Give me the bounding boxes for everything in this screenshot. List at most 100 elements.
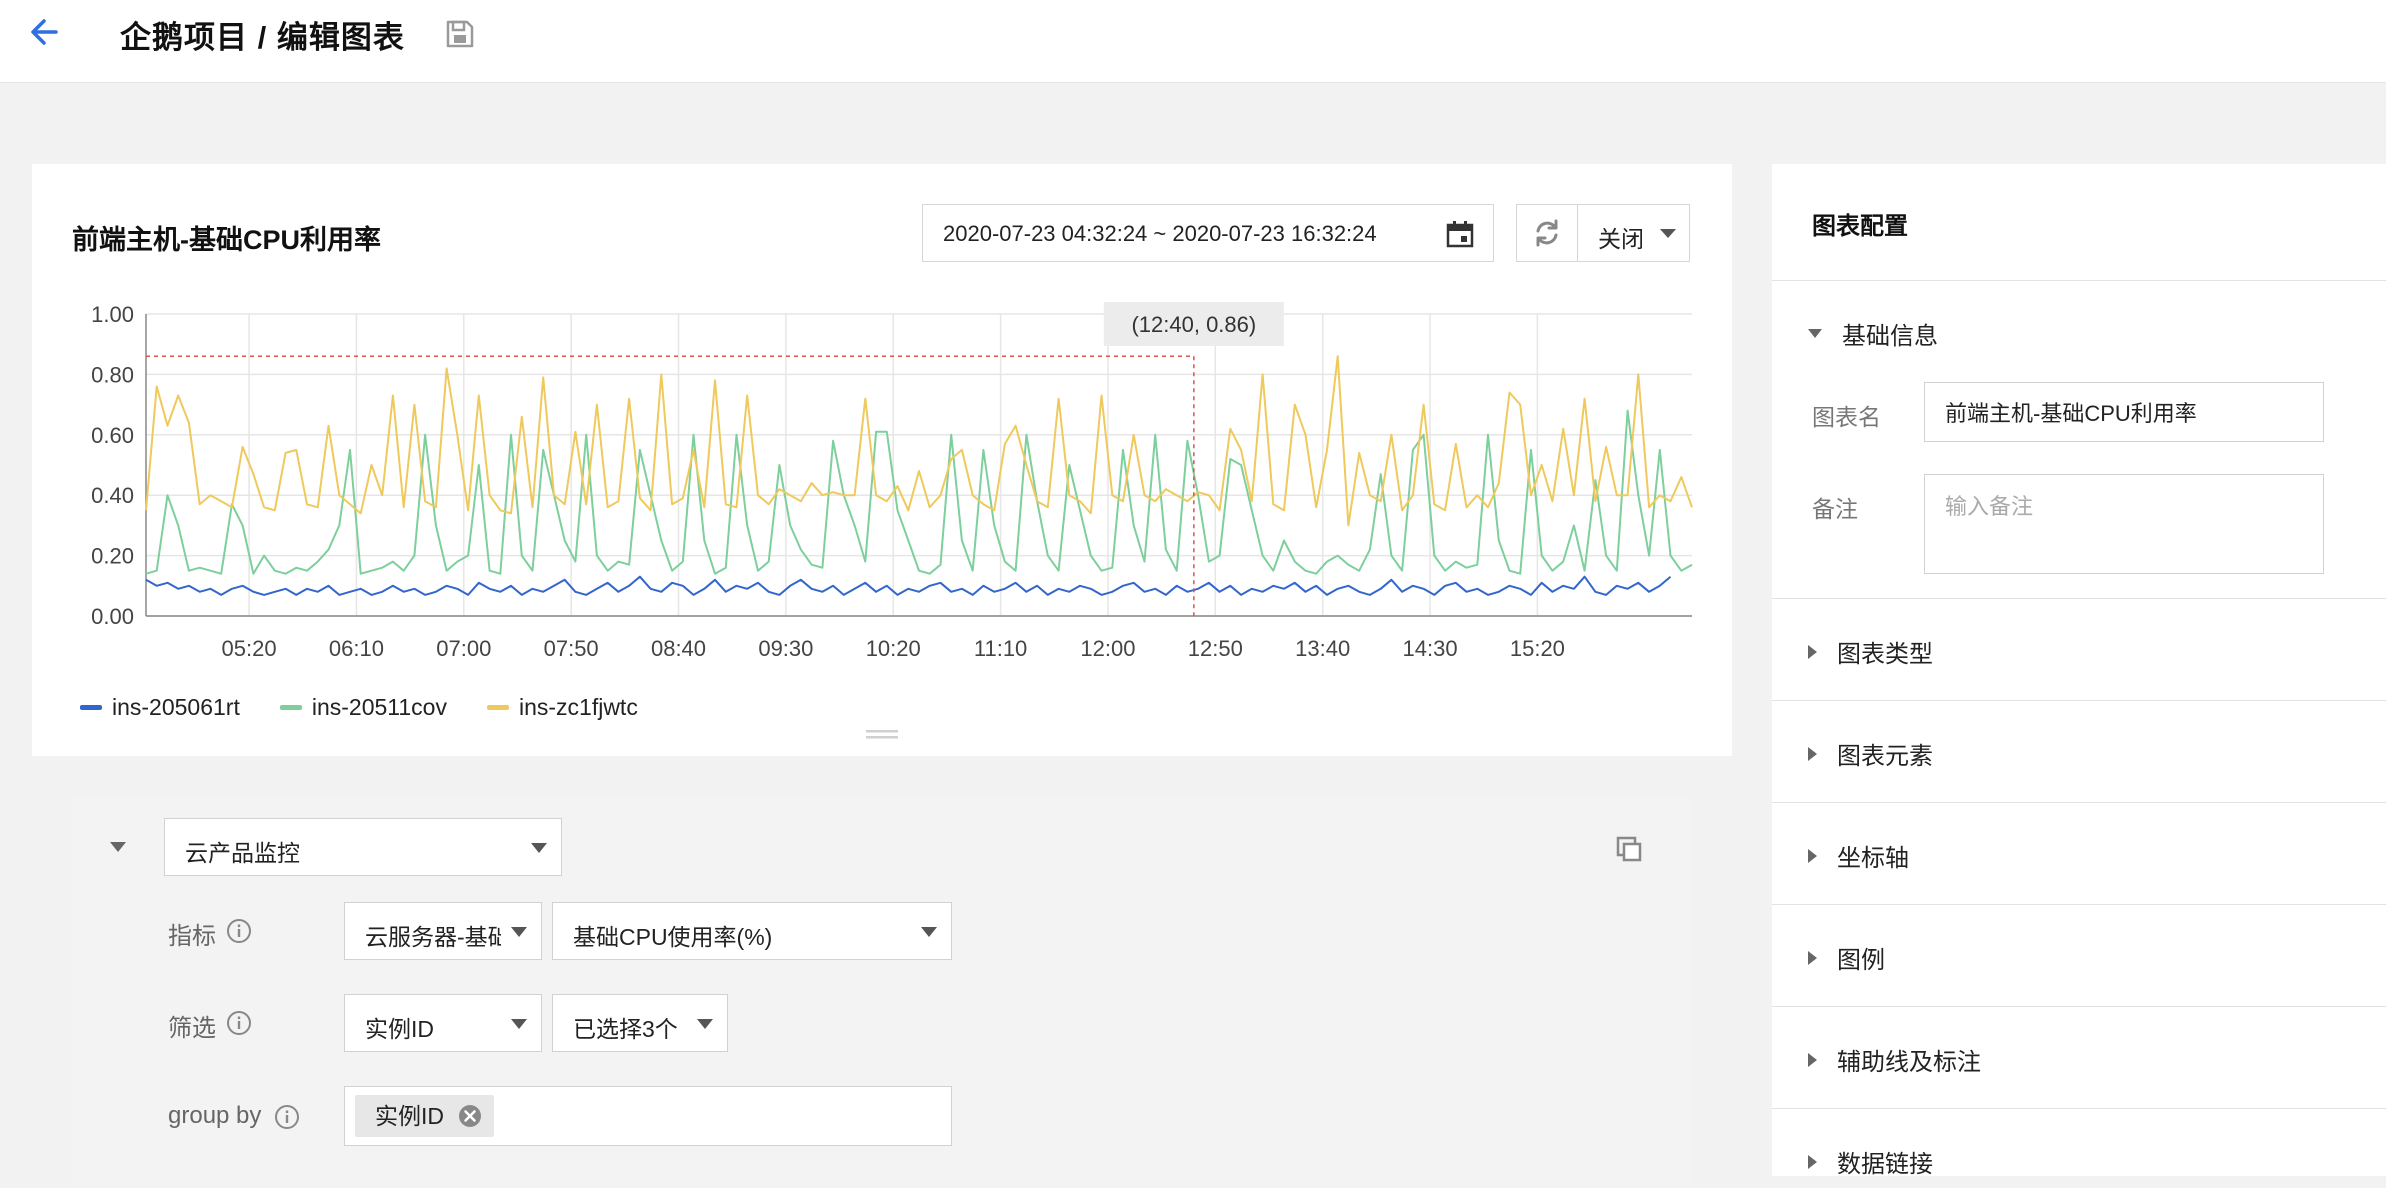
y-tick-label: 0.00 <box>91 604 134 629</box>
auto-refresh-control: 关闭 <box>1516 204 1690 262</box>
triangle-right-icon <box>1808 1154 1817 1169</box>
y-tick-label: 1.00 <box>91 302 134 327</box>
legend-item-ins-20511cov[interactable]: ins-20511cov <box>279 690 447 724</box>
chevron-down-icon <box>1660 229 1676 238</box>
section-basic-info[interactable]: 基础信息 <box>1808 316 1938 351</box>
data-source-value: 云产品监控 <box>185 840 300 866</box>
chart-name-input[interactable] <box>1924 382 2324 442</box>
info-icon[interactable] <box>226 918 252 944</box>
section-label: 坐标轴 <box>1837 845 1909 872</box>
x-tick-label: 07:00 <box>436 636 491 661</box>
metric-select[interactable]: 基础CPU使用率(%) <box>552 902 952 960</box>
section-label: 辅助线及标注 <box>1837 1049 1981 1076</box>
x-tick-label: 05:20 <box>222 636 277 661</box>
filter-label: 筛选 <box>168 1015 216 1042</box>
close-circle-icon[interactable] <box>458 1104 482 1128</box>
x-tick-label: 12:00 <box>1080 636 1135 661</box>
y-tick-label: 0.60 <box>91 423 134 448</box>
section-label: 数据链接 <box>1837 1151 1933 1178</box>
refresh-button[interactable] <box>1517 205 1578 261</box>
x-tick-label: 14:30 <box>1403 636 1458 661</box>
back-arrow-icon[interactable] <box>26 14 66 50</box>
page-title: 企鹅项目 / 编辑图表 <box>120 20 405 55</box>
legend-swatch <box>279 704 302 710</box>
legend-item-ins-zc1fjwtc[interactable]: ins-zc1fjwtc <box>486 690 638 724</box>
metric-product-value: 云服务器-基础监控 <box>365 924 501 950</box>
metric-label: 指标 <box>168 923 216 950</box>
triangle-right-icon <box>1808 848 1817 863</box>
triangle-down-icon <box>1808 329 1822 338</box>
x-tick-label: 13:40 <box>1295 636 1350 661</box>
remark-input[interactable] <box>1924 474 2324 574</box>
legend-swatch <box>80 704 102 710</box>
legend-label: ins-20511cov <box>311 693 447 720</box>
series-line-ins-205061rt <box>145 575 1672 596</box>
divider <box>1772 904 2386 905</box>
filter-key-select[interactable]: 实例ID <box>344 994 542 1052</box>
chevron-down-icon <box>697 1019 713 1029</box>
data-source-select[interactable]: 云产品监控 <box>164 818 562 876</box>
groupby-label: group by <box>168 1102 262 1129</box>
refresh-interval-select[interactable]: 关闭 <box>1578 205 1690 261</box>
chart-series <box>145 355 1693 596</box>
line-chart[interactable]: 0.00 0.20 0.40 0.60 0.80 1.00 05:20 06:10 07:00 0… <box>60 292 1710 682</box>
resize-handle-icon[interactable] <box>866 728 898 740</box>
groupby-tag-input[interactable]: 实例ID <box>344 1086 952 1146</box>
info-icon[interactable] <box>274 1104 300 1130</box>
section-guides-annotations[interactable]: 辅助线及标注 <box>1808 1042 1981 1077</box>
tooltip-label: (12:40, 0.86) <box>1131 312 1256 337</box>
filter-value-select[interactable]: 已选择3个 <box>552 994 728 1052</box>
divider <box>1772 700 2386 701</box>
series-line-ins-zc1fjwtc <box>145 355 1693 527</box>
divider <box>1772 802 2386 803</box>
section-legend[interactable]: 图例 <box>1808 940 1885 975</box>
chevron-down-icon <box>531 843 547 853</box>
calendar-icon <box>1446 221 1474 248</box>
x-tick-label: 09:30 <box>758 636 813 661</box>
triangle-right-icon <box>1808 746 1817 761</box>
y-tick-label: 0.80 <box>91 362 134 387</box>
chevron-down-icon <box>511 927 527 937</box>
y-tick-label: 0.20 <box>91 544 134 569</box>
triangle-right-icon <box>1808 1052 1817 1067</box>
legend-label: ins-zc1fjwtc <box>518 693 638 720</box>
chart-legend: ins-205061rt ins-20511cov ins-zc1fjwtc <box>80 690 638 724</box>
chart-name-label: 图表名 <box>1812 404 1881 430</box>
x-tick-label: 15:20 <box>1510 636 1565 661</box>
x-tick-label: 07:50 <box>544 636 599 661</box>
y-tick-label: 0.40 <box>91 483 134 508</box>
metric-value: 基础CPU使用率(%) <box>573 924 773 950</box>
time-range-text: 2020-07-23 04:32:24 ~ 2020-07-23 16:32:2… <box>943 221 1377 246</box>
x-tick-label: 08:40 <box>651 636 706 661</box>
groupby-tag: 实例ID <box>355 1095 494 1137</box>
triangle-right-icon <box>1808 950 1817 965</box>
filter-key-value: 实例ID <box>365 1016 434 1042</box>
section-data-links[interactable]: 数据链接 <box>1808 1144 1933 1179</box>
copy-icon[interactable] <box>1614 834 1644 864</box>
legend-swatch <box>486 704 509 710</box>
chart-title: 前端主机-基础CPU利用率 <box>72 225 381 255</box>
collapse-query-icon[interactable] <box>110 842 126 852</box>
divider <box>1772 1108 2386 1109</box>
legend-label: ins-205061rt <box>112 693 240 720</box>
metric-product-select[interactable]: 云服务器-基础监控 <box>344 902 542 960</box>
x-tick-label: 06:10 <box>329 636 384 661</box>
legend-item-ins-205061rt[interactable]: ins-205061rt <box>80 690 240 724</box>
refresh-interval-value: 关闭 <box>1598 226 1644 252</box>
section-label: 图表类型 <box>1837 641 1933 668</box>
section-chart-elements[interactable]: 图表元素 <box>1808 736 1933 771</box>
triangle-right-icon <box>1808 644 1817 659</box>
refresh-icon <box>1536 219 1558 247</box>
section-label: 图表元素 <box>1837 743 1933 770</box>
save-icon[interactable] <box>444 18 476 50</box>
time-range-picker[interactable]: 2020-07-23 04:32:24 ~ 2020-07-23 16:32:2… <box>922 204 1494 262</box>
section-chart-type[interactable]: 图表类型 <box>1808 634 1933 669</box>
info-icon[interactable] <box>226 1010 252 1036</box>
section-axes[interactable]: 坐标轴 <box>1808 838 1909 873</box>
divider <box>1772 1006 2386 1007</box>
section-label: 基础信息 <box>1842 323 1938 350</box>
groupby-tag-label: 实例ID <box>375 1103 444 1129</box>
filter-value: 已选择3个 <box>573 1016 678 1042</box>
chevron-down-icon <box>511 1019 527 1029</box>
divider <box>1772 598 2386 599</box>
